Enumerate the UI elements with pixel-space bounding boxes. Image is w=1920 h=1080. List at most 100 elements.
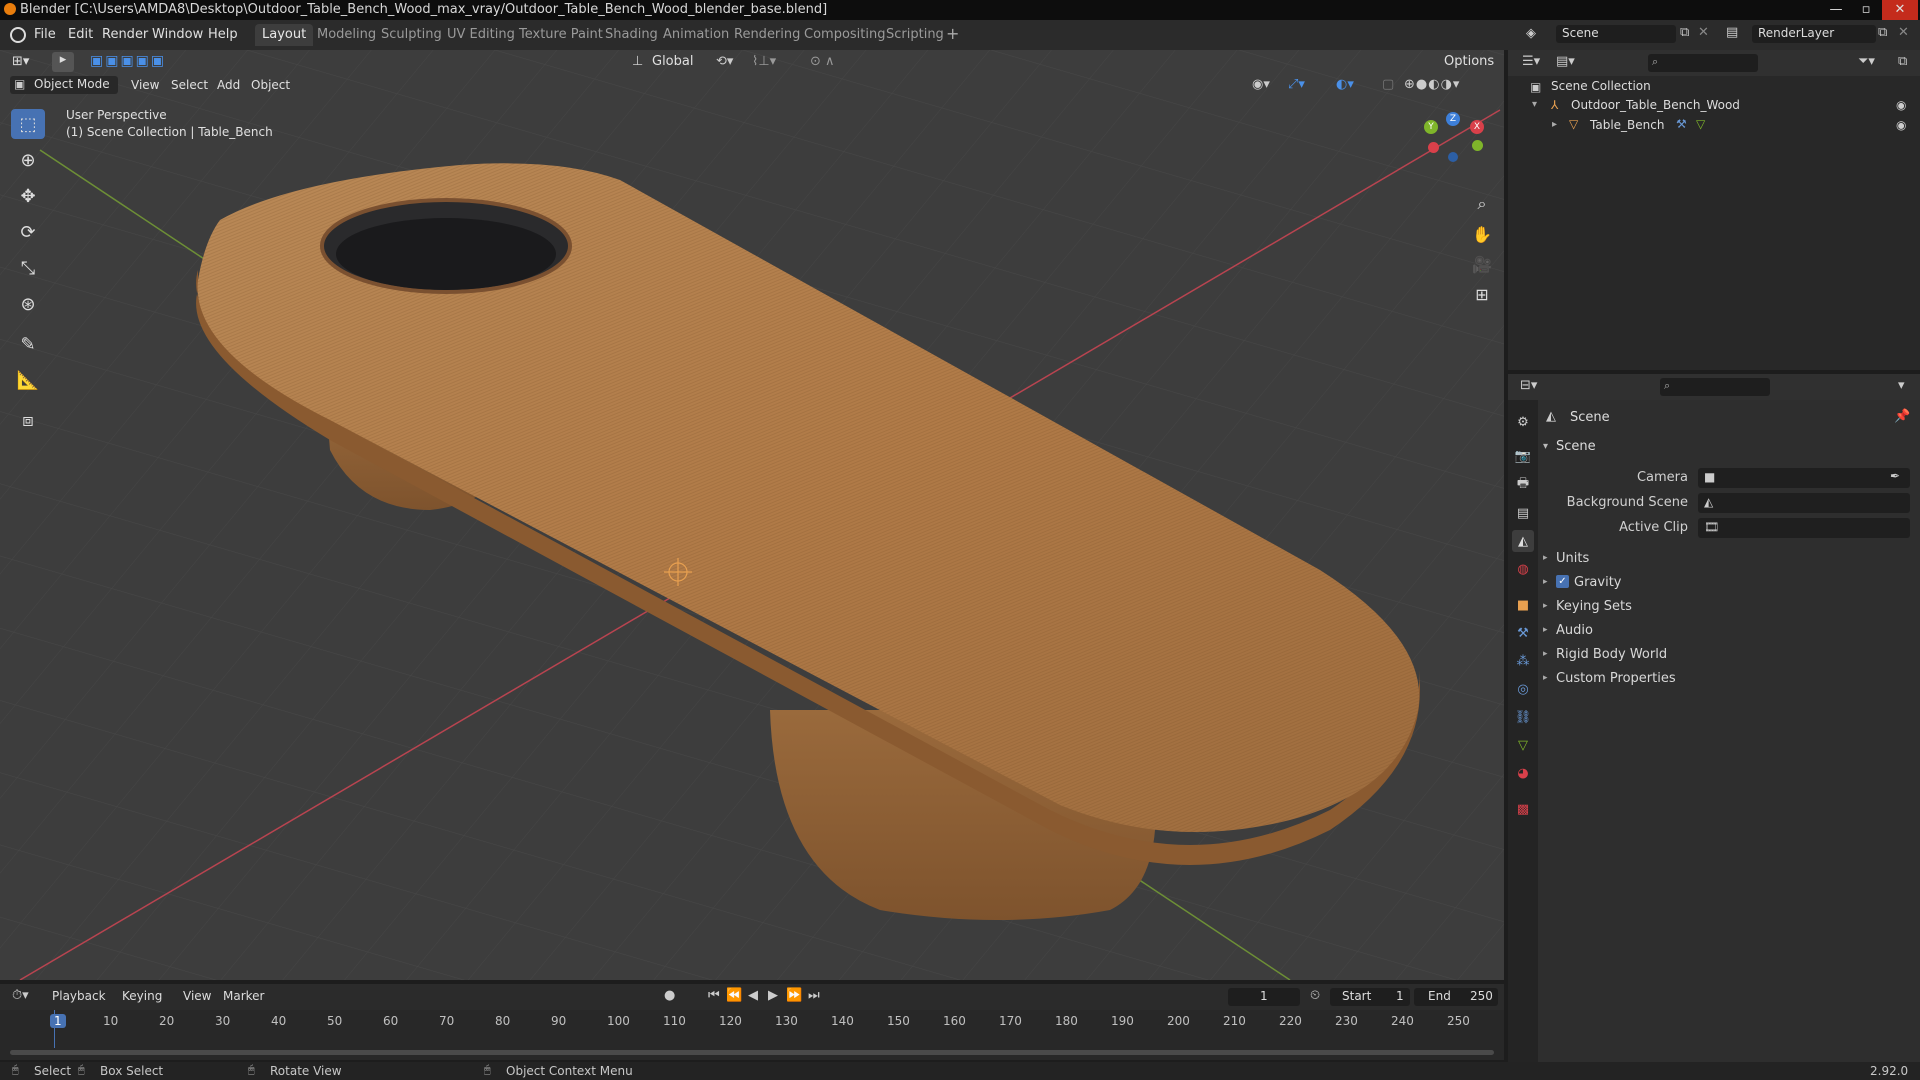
- move-tool[interactable]: ✥: [11, 181, 45, 211]
- tab-scripting[interactable]: Scripting: [879, 24, 951, 46]
- gizmo-x-axis[interactable]: X: [1470, 120, 1484, 134]
- jump-end-icon[interactable]: ⏭: [808, 988, 820, 1003]
- pivot-icon[interactable]: ⟲▾: [716, 54, 733, 69]
- gizmo-neg-x[interactable]: [1428, 142, 1439, 153]
- scene-browse-icon[interactable]: ◈: [1526, 26, 1536, 41]
- camera-field[interactable]: ■ ✒: [1698, 468, 1910, 488]
- output-tab-icon[interactable]: 🖶: [1512, 474, 1534, 496]
- scene-tab-icon[interactable]: ◭: [1512, 530, 1534, 552]
- outliner-item-collection[interactable]: Outdoor_Table_Bench_Wood: [1571, 98, 1740, 112]
- outliner-search-input[interactable]: ⌕: [1648, 54, 1758, 72]
- timeline-editor-icon[interactable]: ⏱▾: [12, 988, 29, 1003]
- subpanel-custom-properties[interactable]: Custom Properties: [1556, 671, 1676, 686]
- preview-range-icon[interactable]: ⏲: [1310, 988, 1320, 1003]
- panel-collapse-icon[interactable]: ▾: [1543, 441, 1548, 452]
- minimize-button[interactable]: —: [1822, 0, 1850, 20]
- maximize-button[interactable]: ▫: [1852, 0, 1880, 20]
- tab-sculpting[interactable]: Sculpting: [374, 24, 449, 46]
- timeline-scrollbar[interactable]: [10, 1050, 1494, 1055]
- tab-rendering[interactable]: Rendering: [727, 24, 807, 46]
- gizmo-neg-y[interactable]: [1472, 140, 1483, 151]
- mode-selector[interactable]: ▣ Object Mode: [10, 76, 118, 94]
- new-scene-icon[interactable]: ⧉: [1680, 25, 1689, 40]
- world-tab-icon[interactable]: ◍: [1512, 558, 1534, 580]
- constraints-tab-icon[interactable]: ⛓: [1512, 706, 1534, 728]
- gizmo-y-axis[interactable]: Y: [1424, 120, 1438, 134]
- rotate-tool[interactable]: ⟳: [11, 217, 45, 247]
- visibility-icon[interactable]: ◉▾: [1252, 77, 1270, 92]
- view-layer-tab-icon[interactable]: ▤: [1512, 502, 1534, 524]
- pin-icon[interactable]: 📌: [1894, 409, 1910, 424]
- pan-hand-icon[interactable]: ✋: [1468, 220, 1496, 248]
- select-mode-icons[interactable]: ▣▣▣▣▣: [90, 53, 166, 69]
- menu-file[interactable]: File: [34, 27, 56, 42]
- gizmo-z-axis[interactable]: Z: [1446, 112, 1460, 126]
- physics-tab-icon[interactable]: ◎: [1512, 678, 1534, 700]
- subpanel-expand-icon[interactable]: ▸: [1543, 577, 1548, 587]
- transform-tool[interactable]: ⊛: [11, 289, 45, 319]
- xray-icon[interactable]: ▢: [1382, 77, 1394, 92]
- properties-search-input[interactable]: ⌕: [1660, 378, 1770, 396]
- navigation-gizmo[interactable]: Z X Y: [1422, 112, 1486, 176]
- scale-tool[interactable]: ⤡: [11, 253, 45, 283]
- select-box-tool[interactable]: ⬚: [11, 109, 45, 139]
- zoom-icon[interactable]: ⌕: [1468, 190, 1496, 218]
- expand-toggle-icon[interactable]: ▸: [1552, 119, 1557, 130]
- tab-layout[interactable]: Layout: [255, 24, 314, 46]
- new-collection-icon[interactable]: ⧉: [1898, 54, 1907, 69]
- menu-view[interactable]: View: [131, 78, 159, 92]
- subpanel-gravity[interactable]: Gravity: [1574, 575, 1621, 590]
- play-reverse-icon[interactable]: ◀: [748, 988, 758, 1003]
- camera-view-icon[interactable]: 🎥: [1468, 250, 1496, 278]
- options-chevron-icon[interactable]: ▾: [1898, 378, 1905, 393]
- render-tab-icon[interactable]: 📷: [1512, 445, 1534, 467]
- menu-object[interactable]: Object: [251, 78, 290, 92]
- annotate-tool[interactable]: ✎: [11, 329, 45, 359]
- select-tool-icon[interactable]: ▸: [52, 52, 74, 72]
- modifier-tab-icon[interactable]: ⚒: [1512, 622, 1534, 644]
- remove-view-layer-icon[interactable]: ✕: [1898, 25, 1909, 40]
- menu-help[interactable]: Help: [208, 27, 238, 42]
- menu-add[interactable]: Add: [217, 78, 240, 92]
- view-layer-icon[interactable]: ▤: [1726, 25, 1738, 40]
- editor-type-icon[interactable]: ⊞▾: [12, 54, 29, 69]
- panel-title[interactable]: Scene: [1556, 439, 1596, 454]
- current-frame-field[interactable]: 1: [1228, 988, 1300, 1006]
- subpanel-expand-icon[interactable]: ▸: [1543, 625, 1548, 635]
- record-icon[interactable]: ●: [664, 988, 675, 1003]
- active-clip-field[interactable]: 🎞: [1698, 518, 1910, 538]
- menu-playback[interactable]: Playback: [52, 989, 106, 1003]
- menu-marker[interactable]: Marker: [223, 989, 264, 1003]
- jump-keyframe-forward-icon[interactable]: ⏩: [786, 988, 802, 1003]
- subpanel-expand-icon[interactable]: ▸: [1543, 649, 1548, 659]
- menu-view[interactable]: View: [183, 989, 211, 1003]
- subpanel-units[interactable]: Units: [1556, 551, 1589, 566]
- background-scene-field[interactable]: ◭: [1698, 493, 1910, 513]
- eyedropper-icon[interactable]: ✒: [1890, 469, 1900, 483]
- menu-render[interactable]: Render: [102, 27, 148, 42]
- subpanel-keying-sets[interactable]: Keying Sets: [1556, 599, 1632, 614]
- add-cube-tool[interactable]: ⧈: [11, 405, 45, 435]
- view-layer-field[interactable]: RenderLayer: [1752, 25, 1876, 43]
- menu-edit[interactable]: Edit: [68, 27, 93, 42]
- menu-window[interactable]: Window: [152, 27, 203, 42]
- subpanel-expand-icon[interactable]: ▸: [1543, 553, 1548, 563]
- tab-texture-paint[interactable]: Texture Paint: [512, 24, 610, 46]
- filter-icon[interactable]: ⏷▾: [1858, 54, 1875, 69]
- tab-animation[interactable]: Animation: [656, 24, 736, 46]
- 3d-viewport[interactable]: ⊞▾ ▸ ▣▣▣▣▣ ⊥ Global ⟲▾ ⌇⊥▾ ⊙ ∧ Options ▣…: [0, 50, 1504, 980]
- tab-modeling[interactable]: Modeling: [310, 24, 383, 46]
- scene-field[interactable]: Scene: [1556, 25, 1676, 43]
- menu-keying[interactable]: Keying: [122, 989, 162, 1003]
- add-workspace-icon[interactable]: +: [946, 24, 959, 43]
- gravity-checkbox[interactable]: ✓: [1556, 575, 1569, 588]
- start-frame-field[interactable]: Start 1: [1330, 988, 1410, 1006]
- material-tab-icon[interactable]: ◕: [1512, 762, 1534, 784]
- modifier-wrench-icon[interactable]: ⚒: [1676, 117, 1687, 131]
- subpanel-rigid-body-world[interactable]: Rigid Body World: [1556, 647, 1667, 662]
- transform-orientation[interactable]: Global: [652, 54, 693, 69]
- particles-tab-icon[interactable]: ⁂: [1512, 650, 1534, 672]
- outliner-root[interactable]: Scene Collection: [1551, 79, 1651, 93]
- subpanel-audio[interactable]: Audio: [1556, 623, 1593, 638]
- expand-toggle-icon[interactable]: ▾: [1532, 99, 1537, 110]
